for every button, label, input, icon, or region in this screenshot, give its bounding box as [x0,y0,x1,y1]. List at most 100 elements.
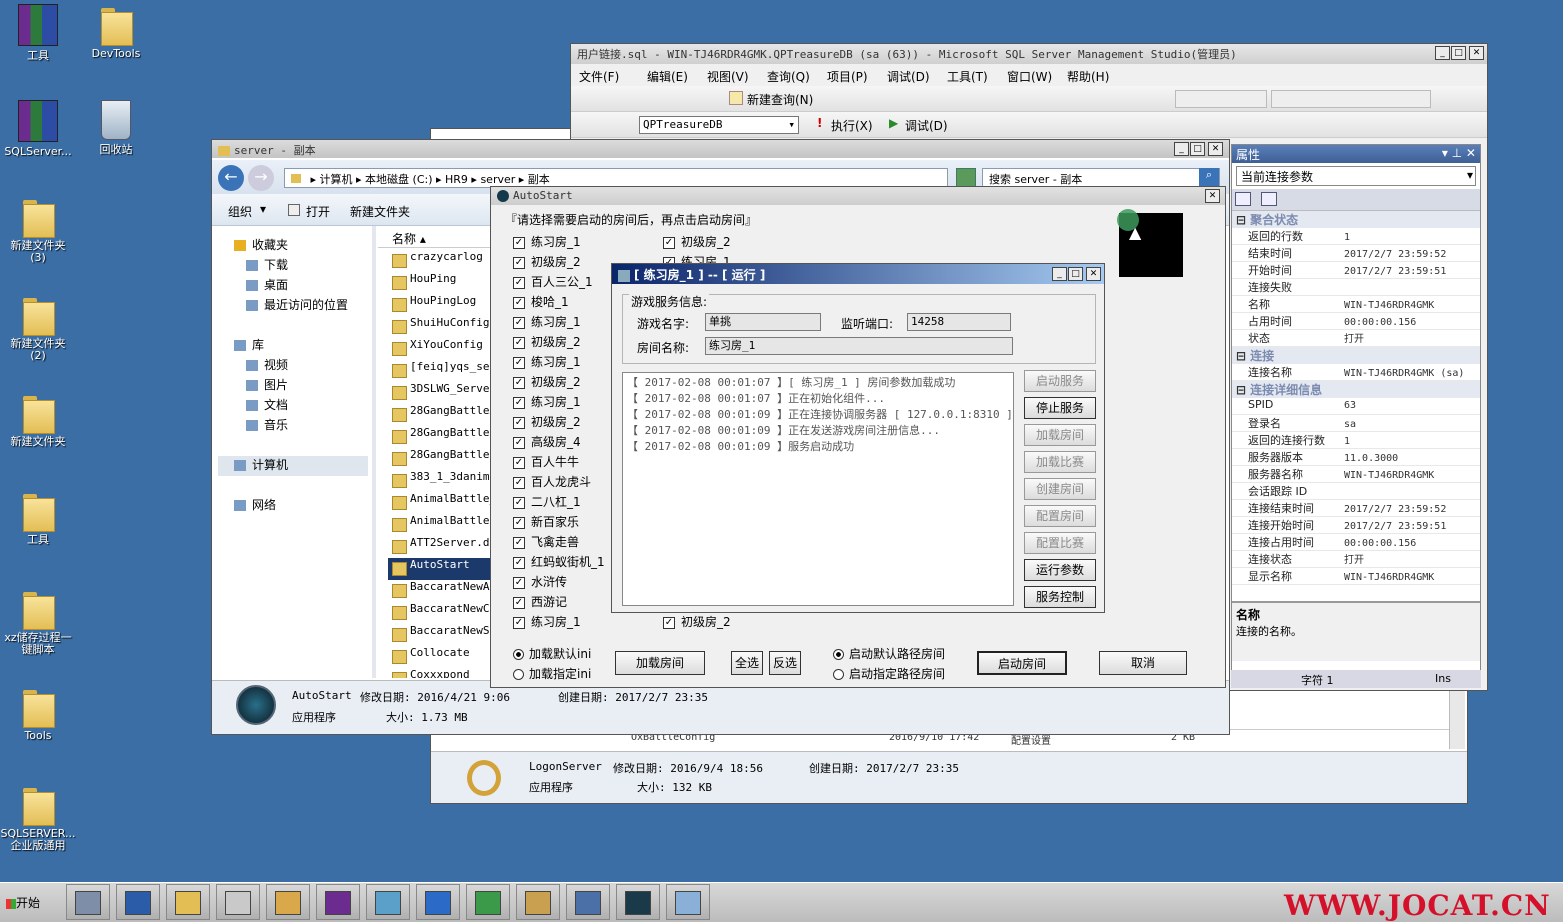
properties-grid[interactable]: ⊟ 聚合状态 返回的行数 1 结束时间 2017/2/7 23:59:52 开始时间 2017… [1232,211,1480,585]
file-item[interactable]: ATT2Server.dl [388,536,492,558]
nav-item-videos[interactable]: 视频 [234,356,368,376]
property-row[interactable]: 服务器名称 WIN-TJ46RDR4GMK [1232,466,1480,483]
property-row[interactable]: 名称 WIN-TJ46RDR4GMK [1232,296,1480,313]
open-button[interactable]: 打开 [306,203,330,220]
radio-load-specified[interactable]: 加载指定ini [513,665,591,682]
forward-button[interactable]: → [248,165,274,191]
desktop-icon[interactable]: 新建文件夹 [0,392,76,448]
toolbar-combo-1[interactable] [1175,90,1267,108]
file-list[interactable]: crazycarlog HouPing HouPingLog ShuiHuConfig… [388,250,492,678]
breadcrumb-item[interactable]: ▸ server [468,173,515,186]
file-item[interactable]: HouPing [388,272,492,294]
taskbar-app-icon[interactable] [516,884,560,920]
file-item[interactable]: 383_1_3danime [388,470,492,492]
nav-item-recent[interactable]: 最近访问的位置 [234,296,368,316]
desktop-icon[interactable]: SQLServer... [0,100,76,158]
file-item[interactable]: Coxxxpond [388,668,492,678]
nav-item-pictures[interactable]: 图片 [234,376,368,396]
taskbar-app-icon[interactable] [466,884,510,920]
taskbar-app-icon[interactable] [366,884,410,920]
desktop-icon[interactable]: xz储存过程一 键脚本 [0,588,76,656]
breadcrumb-item[interactable]: ▸ HR9 [433,173,468,186]
game-name-field[interactable]: 单挑 [705,313,821,331]
property-section[interactable]: ⊟ 连接详细信息 [1232,381,1480,398]
property-row[interactable]: 返回的连接行数 1 [1232,432,1480,449]
property-row[interactable]: 会话跟踪 ID [1232,483,1480,500]
cancel-button[interactable]: 取消 [1099,651,1187,675]
property-row[interactable]: 结束时间 2017/2/7 23:59:52 [1232,245,1480,262]
execute-button[interactable]: 执行(X) [831,117,873,134]
room-action-button[interactable]: 服务控制 [1024,586,1096,608]
property-row[interactable]: 连接占用时间 00:00:00.156 [1232,534,1480,551]
desktop-icon[interactable]: DevTools [78,4,154,60]
property-section[interactable]: ⊟ 聚合状态 [1232,211,1480,228]
nav-item-libraries[interactable]: 库 [234,336,368,356]
collapse-icon[interactable]: ⊟ [1236,349,1246,363]
file-item[interactable]: [feiq]yqs_ser [388,360,492,382]
room-action-button[interactable]: 加载房间 [1024,424,1096,446]
database-select[interactable]: QPTreasureDB ▾ [639,116,799,134]
desktop-icon[interactable]: 工具 [0,490,76,546]
radio-specified-path[interactable]: 启动指定路径房间 [833,665,945,682]
menu-item[interactable]: 工具(T) [947,68,988,85]
menu-item[interactable]: 视图(V) [707,68,749,85]
radio-load-default[interactable]: 加载默认ini [513,645,591,662]
desktop-icon[interactable]: 回收站 [78,100,154,156]
file-item[interactable]: Collocate [388,646,492,668]
refresh-button[interactable] [956,168,976,188]
file-item[interactable]: BaccaratNewSe [388,624,492,646]
property-row[interactable]: 连接状态 打开 [1232,551,1480,568]
organize-button[interactable]: 组织 [228,203,252,220]
file-item[interactable]: AnimalBattleS [388,514,492,536]
explorer-title-bar[interactable]: server - 副本 [212,140,1229,158]
property-row[interactable]: 占用时间 00:00:00.156 [1232,313,1480,330]
close-button[interactable]: ✕ [1086,267,1101,281]
file-item[interactable]: BaccaratNewCo [388,602,492,624]
file-item[interactable]: 3DSLWG_Server [388,382,492,404]
file-item[interactable]: ShuiHuConfig [388,316,492,338]
nav-item-favorites[interactable]: 收藏夹 [234,236,368,256]
navigation-pane[interactable]: 收藏夹 下载 桌面 最近访问的位置库视频 图片 文档 音乐 计算机 网络 [218,236,368,676]
file-item[interactable]: AutoStart [388,558,492,580]
start-rooms-button[interactable]: 启动房间 [977,651,1067,675]
debug-button[interactable]: 调试(D) [905,117,948,134]
taskbar-app-icon[interactable] [116,884,160,920]
taskbar-app-icon[interactable] [666,884,710,920]
property-row[interactable]: 开始时间 2017/2/7 23:59:51 [1232,262,1480,279]
room-action-button[interactable]: 启动服务 [1024,370,1096,392]
property-row[interactable]: 连接结束时间 2017/2/7 23:59:52 [1232,500,1480,517]
new-query-button[interactable]: 新建查询(N) [747,91,813,108]
file-item[interactable]: 28GangBattleA [388,404,492,426]
categorized-icon[interactable] [1235,192,1251,206]
room-name-field[interactable]: 练习房_1 [705,337,1013,355]
breadcrumb-item[interactable]: ▸ 计算机 [307,173,352,186]
start-button[interactable]: 开始 [2,887,52,919]
room-checkbox[interactable]: ✓ 练习房_1 [513,613,643,633]
close-button[interactable]: ✕ [1469,46,1484,60]
maximize-button[interactable]: □ [1190,142,1205,156]
back-button[interactable]: ← [218,165,244,191]
new-folder-button[interactable]: 新建文件夹 [350,203,410,220]
file-item[interactable]: AnimalBattle_ [388,492,492,514]
taskbar-app-icon[interactable] [616,884,660,920]
nav-splitter[interactable] [372,226,376,678]
room-checkbox[interactable]: ✓ 初级房_2 [663,613,731,633]
minimize-button[interactable]: _ [1052,267,1067,281]
port-field[interactable]: 14258 [907,313,1011,331]
taskbar-app-icon[interactable] [266,884,310,920]
room-action-button[interactable]: 创建房间 [1024,478,1096,500]
radio-default-path[interactable]: 启动默认路径房间 [833,645,945,662]
nav-item-downloads[interactable]: 下载 [234,256,368,276]
breadcrumb-item[interactable]: ▸ 本地磁盘 (C:) [353,173,433,186]
desktop-icon[interactable]: 新建文件夹 (2) [0,294,76,362]
menu-item[interactable]: 帮助(H) [1067,68,1109,85]
minimize-button[interactable]: _ [1435,46,1450,60]
invert-selection-button[interactable]: 反选 [769,651,801,675]
property-row[interactable]: 连接开始时间 2017/2/7 23:59:51 [1232,517,1480,534]
room-dialog-title-bar[interactable]: [ 练习房_1 ] -- [ 运行 ] [612,264,1104,284]
log-list[interactable]: 【 2017-02-08 00:01:07 】[ 练习房_1 ] 房间参数加载成… [622,372,1014,606]
file-item[interactable]: BaccaratNewAr [388,580,492,602]
taskbar-app-icon[interactable] [166,884,210,920]
desktop-icon[interactable]: SQLSERVER... 企业版通用 [0,784,76,852]
desktop-icon[interactable]: 新建文件夹 (3) [0,196,76,264]
